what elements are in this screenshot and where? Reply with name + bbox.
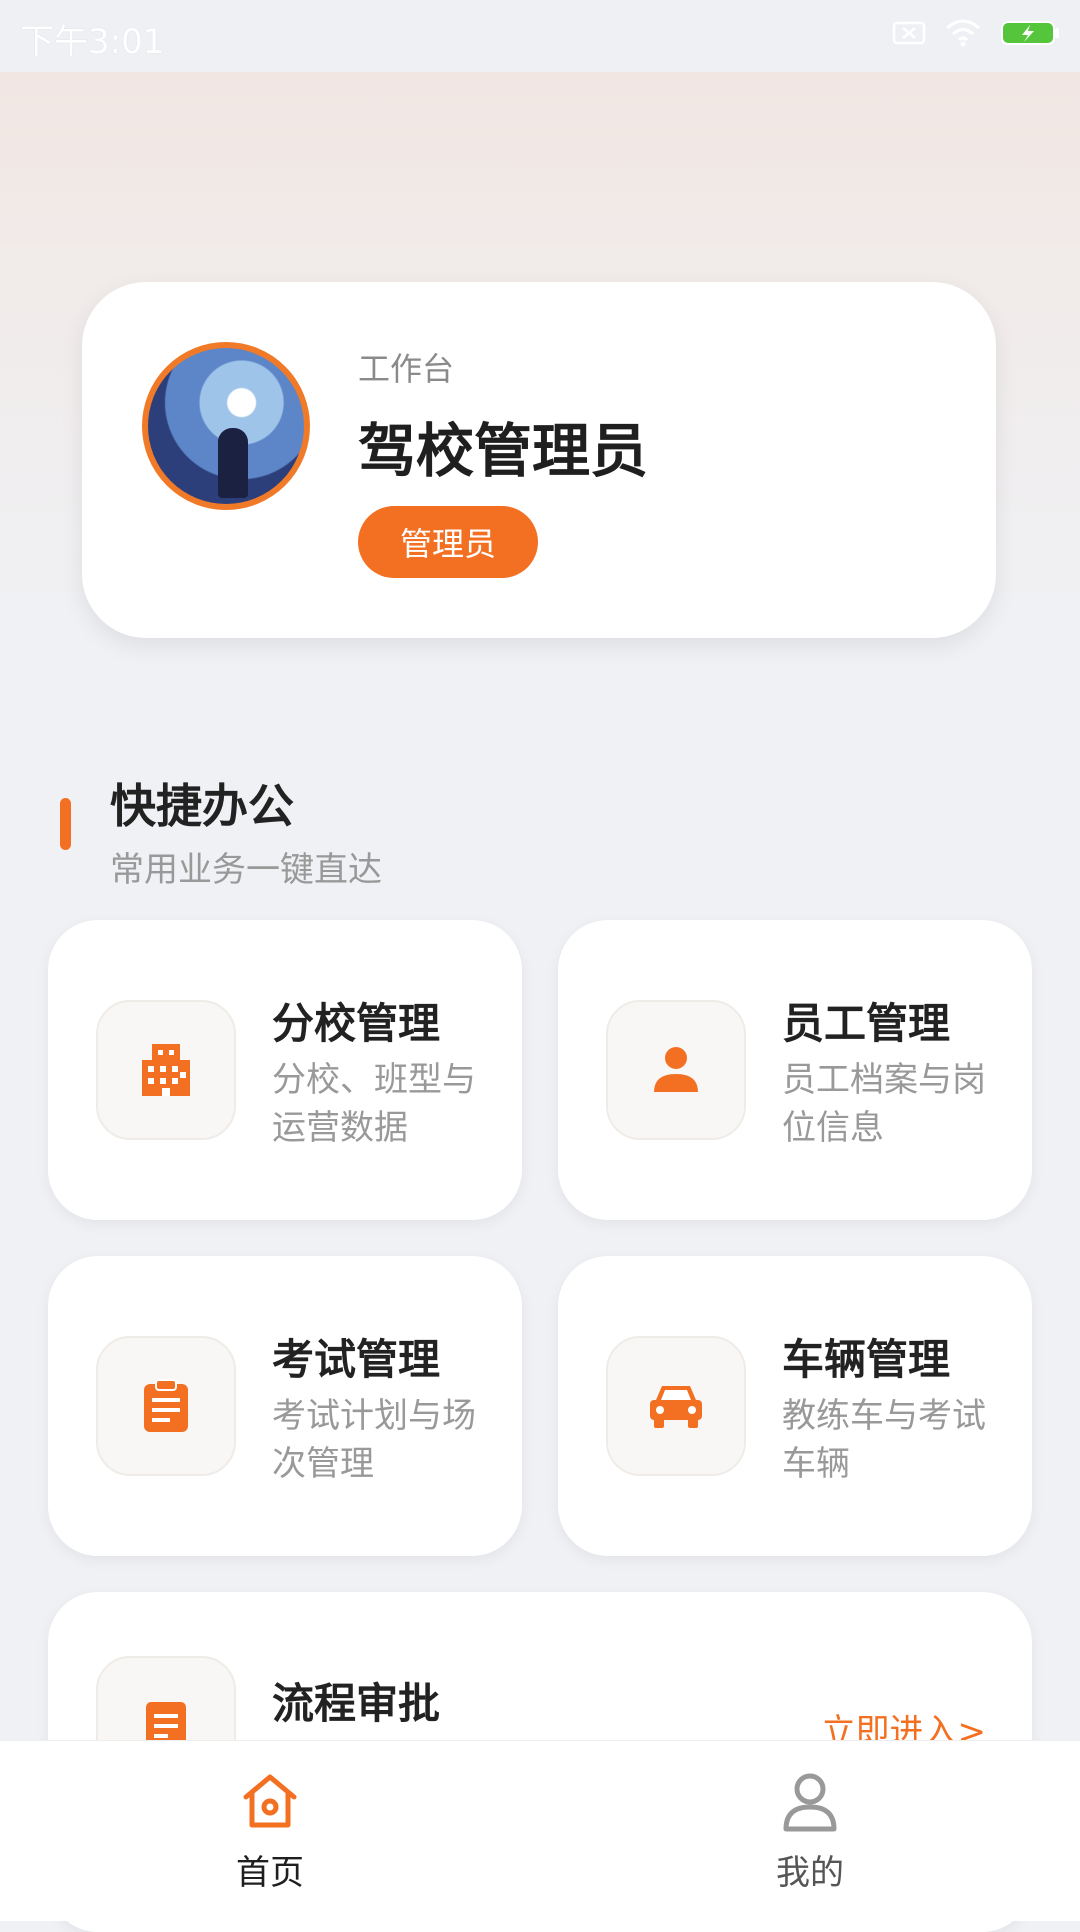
section-accent-bar (60, 798, 71, 850)
profile-subtitle: 工作台 (358, 350, 455, 388)
tile-title: 员工管理 (782, 999, 951, 1048)
tile-title: 车辆管理 (782, 1335, 951, 1384)
tile-icon-box (606, 1336, 746, 1476)
tile-icon-box (96, 1000, 236, 1140)
profile-name: 驾校管理员 (358, 417, 649, 485)
profile-card[interactable]: 工作台 驾校管理员 管理员 (82, 282, 996, 638)
tab-mine[interactable]: 我的 (710, 1769, 910, 1894)
avatar[interactable] (142, 342, 310, 510)
tile-exam-management[interactable]: 考试管理 考试计划与场次管理 (48, 1256, 522, 1556)
tile-description: 员工档案与岗位信息 (782, 1060, 986, 1148)
tile-icon-box (96, 1336, 236, 1476)
home-icon (243, 1774, 297, 1828)
car-icon (650, 1386, 702, 1428)
battery-icon (1001, 21, 1059, 45)
status-bar: 下午3:01 (0, 0, 1080, 72)
tile-description: 考试计划与场次管理 (272, 1396, 476, 1484)
avatar-figure (218, 428, 248, 498)
user-icon (783, 1773, 837, 1832)
status-time: 下午3:01 (20, 22, 165, 62)
wifi-icon (946, 19, 980, 47)
tile-vehicle-management[interactable]: 车辆管理 教练车与考试车辆 (558, 1256, 1032, 1556)
clipboard-icon (144, 1379, 188, 1432)
section-title: 快捷办公 (110, 779, 294, 833)
person-icon (654, 1047, 698, 1092)
role-badge: 管理员 (358, 506, 538, 578)
status-icons (892, 18, 1060, 48)
tile-title: 流程审批 (272, 1679, 441, 1728)
sim-icon (892, 21, 926, 45)
bottom-tab-bar: 首页 我的 (0, 1740, 1080, 1921)
section-subtitle: 常用业务一键直达 (110, 850, 382, 890)
tile-title: 考试管理 (272, 1335, 441, 1384)
tile-staff-management[interactable]: 员工管理 员工档案与岗位信息 (558, 920, 1032, 1220)
tab-home[interactable]: 首页 (170, 1769, 370, 1894)
tile-description: 教练车与考试车辆 (782, 1396, 986, 1484)
building-icon (142, 1044, 190, 1096)
tile-title: 分校管理 (272, 999, 441, 1048)
tile-icon-box (606, 1000, 746, 1140)
tab-mine-label: 我的 (776, 1853, 844, 1893)
tab-home-label: 首页 (236, 1853, 304, 1893)
tile-description: 分校、班型与运营数据 (272, 1060, 476, 1148)
tile-branch-management[interactable]: 分校管理 分校、班型与运营数据 (48, 920, 522, 1220)
